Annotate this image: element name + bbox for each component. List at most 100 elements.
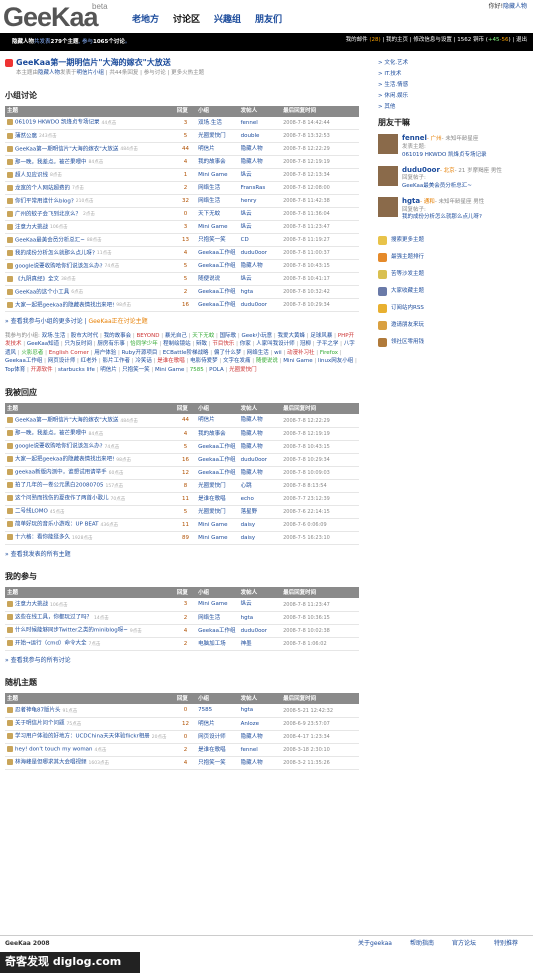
col-last-time[interactable]: 最后回复时间 xyxy=(281,403,359,415)
group-link[interactable]: Geekaa工作组 xyxy=(196,259,239,274)
nav-discussion[interactable]: 讨论区 xyxy=(173,14,201,26)
group-tag[interactable]: 文字在发痛 xyxy=(223,358,251,364)
topic-link[interactable]: geekaa新版内测中，谁想试用请举手 xyxy=(15,470,107,476)
footer-forum[interactable]: 官方论坛 xyxy=(452,940,476,948)
author-link[interactable]: 隐藏人物 xyxy=(238,414,282,428)
author-link[interactable]: 纵云 xyxy=(238,272,282,287)
topic-link[interactable]: 薄然公腐 xyxy=(15,133,37,139)
group-tag[interactable]: 明信片 xyxy=(100,367,117,373)
group-link[interactable]: Geekaa工作组 xyxy=(196,298,239,313)
author-link[interactable]: 隐藏人物 xyxy=(238,142,282,157)
friend-name[interactable]: fennel xyxy=(402,134,427,142)
group-link[interactable]: Geekaa工作组 xyxy=(196,624,239,638)
group-link[interactable]: Mini Game xyxy=(196,531,239,545)
group-tag[interactable]: 开源软件 xyxy=(31,367,53,373)
side-link-label[interactable]: 搜索更多主题 xyxy=(391,237,424,244)
nav-groups[interactable]: 兴趣组 xyxy=(214,14,241,25)
group-tag[interactable]: 程制绘镜站 xyxy=(163,341,191,347)
author-link[interactable]: 隐藏人物 xyxy=(238,155,282,170)
col-author[interactable]: 发帖人 xyxy=(238,105,282,117)
group-tag[interactable]: 7585 xyxy=(190,367,204,373)
author-link[interactable]: fennel xyxy=(238,116,282,131)
group-tag[interactable]: 冷笑话 xyxy=(135,358,152,364)
author-link[interactable]: 纵云 xyxy=(238,168,282,183)
category-item[interactable]: > 其他 xyxy=(378,104,528,111)
col-replies[interactable]: 回复 xyxy=(174,693,197,705)
side-link-label[interactable]: 领社区零用钱 xyxy=(391,339,424,346)
topic-link[interactable]: 我的成份分析怎么就那么点儿呀? xyxy=(15,250,95,256)
group-link[interactable]: Mini Game xyxy=(196,518,239,532)
topic-link[interactable]: 拍了几年的一卷公元黑白20080705 xyxy=(15,483,104,489)
meta-rest[interactable]: | 共44条回复 | 参与讨论 | 更多火热主题 xyxy=(104,70,204,76)
author-link[interactable]: 纵云 xyxy=(238,598,282,612)
topic-link[interactable]: google说要收购哈你们说该怎么办? xyxy=(15,263,103,269)
group-link[interactable]: Mini Game xyxy=(196,168,239,183)
topic-link[interactable]: 大家一起把geekaa的隐藏表情找出来吧! xyxy=(15,457,114,463)
group-link[interactable]: 网页设计师 xyxy=(196,730,239,744)
author-link[interactable]: 隐藏人物 xyxy=(238,466,282,480)
side-link[interactable]: 最强主题排行 xyxy=(378,253,528,263)
author-link[interactable]: 心跳 xyxy=(238,479,282,493)
group-tag[interactable]: 只为反时间 xyxy=(65,341,93,347)
col-replies[interactable]: 回复 xyxy=(174,105,197,117)
category-item[interactable]: > 休闲.娱乐 xyxy=(378,93,528,100)
footer-about[interactable]: 关于geekaa xyxy=(358,940,392,948)
group-tag[interactable]: Geek小玩意 xyxy=(241,333,272,339)
group-tag[interactable]: 偏了什么梦 xyxy=(214,350,242,356)
author-link[interactable]: FransRas xyxy=(238,181,282,196)
group-tag[interactable]: 恰同学少年 xyxy=(130,341,158,347)
author-link[interactable]: fennel xyxy=(238,743,282,757)
group-link[interactable]: 电脑加工场 xyxy=(196,637,239,651)
group-tag[interactable]: 火影忍者 xyxy=(21,350,43,356)
author-link[interactable]: 纵云 xyxy=(238,207,282,222)
nav-friends[interactable]: 朋友们 xyxy=(255,14,282,25)
group-tag[interactable]: linux网友小组 xyxy=(318,358,353,364)
group-tag[interactable]: 人家叫我设计师 xyxy=(256,341,295,347)
side-link[interactable]: 苦等沙发主题 xyxy=(378,270,528,280)
group-hot-link[interactable]: GeeKaa正在讨论主题 xyxy=(88,318,147,325)
group-tag[interactable]: 双场.生活 xyxy=(42,333,66,339)
author-link[interactable]: 隐藏人物 xyxy=(238,427,282,441)
group-tag[interactable]: 天下无蚊 xyxy=(192,333,214,339)
featured-title[interactable]: GeeKaa第一期明信片"大海的嫁衣"大放送 xyxy=(16,58,171,68)
group-tag[interactable]: 我的故事会 xyxy=(104,333,132,339)
group-tag[interactable]: 动漫补习社 xyxy=(287,350,315,356)
side-link[interactable]: 领社区零用钱 xyxy=(378,338,528,348)
category-item[interactable]: > 生活.情感 xyxy=(378,82,528,89)
group-tag[interactable]: 辩致 xyxy=(196,341,207,347)
topic-link[interactable]: google说要收购哈你们说该怎么办? xyxy=(15,444,103,450)
topic-link[interactable]: 那一晚，我差点。被芒果喂中 xyxy=(15,431,87,437)
topic-link[interactable]: 关于明信片问个问题 xyxy=(15,721,65,727)
friend-name[interactable]: hgta xyxy=(402,197,420,205)
mail-link[interactable]: 我的邮件 xyxy=(346,37,368,43)
footer-featured[interactable]: 特别推荐 xyxy=(494,940,518,948)
group-link[interactable]: 光圈爱快门 xyxy=(196,129,239,144)
group-tag[interactable]: 是谁在歌唱 xyxy=(157,358,185,364)
col-group[interactable]: 小组 xyxy=(196,105,239,117)
topic-link[interactable]: 什么时候能够同步Twitter之类的miniblog呀~ xyxy=(15,628,128,634)
author-link[interactable]: double xyxy=(238,129,282,144)
group-link[interactable]: 只抱笑一笑 xyxy=(196,233,239,248)
author-link[interactable]: 隐藏人物 xyxy=(238,259,282,274)
group-link[interactable]: 光圈爱快门 xyxy=(196,479,239,493)
group-link[interactable]: Geekaa工作组 xyxy=(196,285,239,300)
col-group[interactable]: 小组 xyxy=(196,693,239,705)
author-link[interactable]: 隐藏人物 xyxy=(238,730,282,744)
group-tag[interactable]: 红老外 xyxy=(81,358,98,364)
side-link-label[interactable]: 订阅站内RSS xyxy=(391,305,424,312)
col-topic[interactable]: 主题 xyxy=(5,693,175,705)
group-tag[interactable]: POLA xyxy=(209,367,224,373)
group-tag[interactable]: 子平之学 xyxy=(316,341,338,347)
group-link[interactable]: 是谁在歌唱 xyxy=(196,492,239,506)
group-tag[interactable]: 光圈爱快门 xyxy=(229,367,257,373)
group-tag[interactable]: 用户体验 xyxy=(94,350,116,356)
topic-link[interactable]: 林海峰是但哪求其大会唱视频 xyxy=(15,760,87,766)
group-tag[interactable]: Firefox xyxy=(320,350,338,356)
side-link[interactable]: 大家收藏主题 xyxy=(378,287,528,297)
group-link[interactable]: 随便说说 xyxy=(196,272,239,287)
author-link[interactable]: dudu0oor xyxy=(238,624,282,638)
topic-link[interactable]: 注意力大挑战 xyxy=(15,224,48,230)
side-link[interactable]: 邀请朋友来玩 xyxy=(378,321,528,331)
topic-link[interactable]: GeeKaa第一期明信片"大海的嫁衣"大放送 xyxy=(15,418,118,424)
group-link[interactable]: 网络生活 xyxy=(196,611,239,625)
